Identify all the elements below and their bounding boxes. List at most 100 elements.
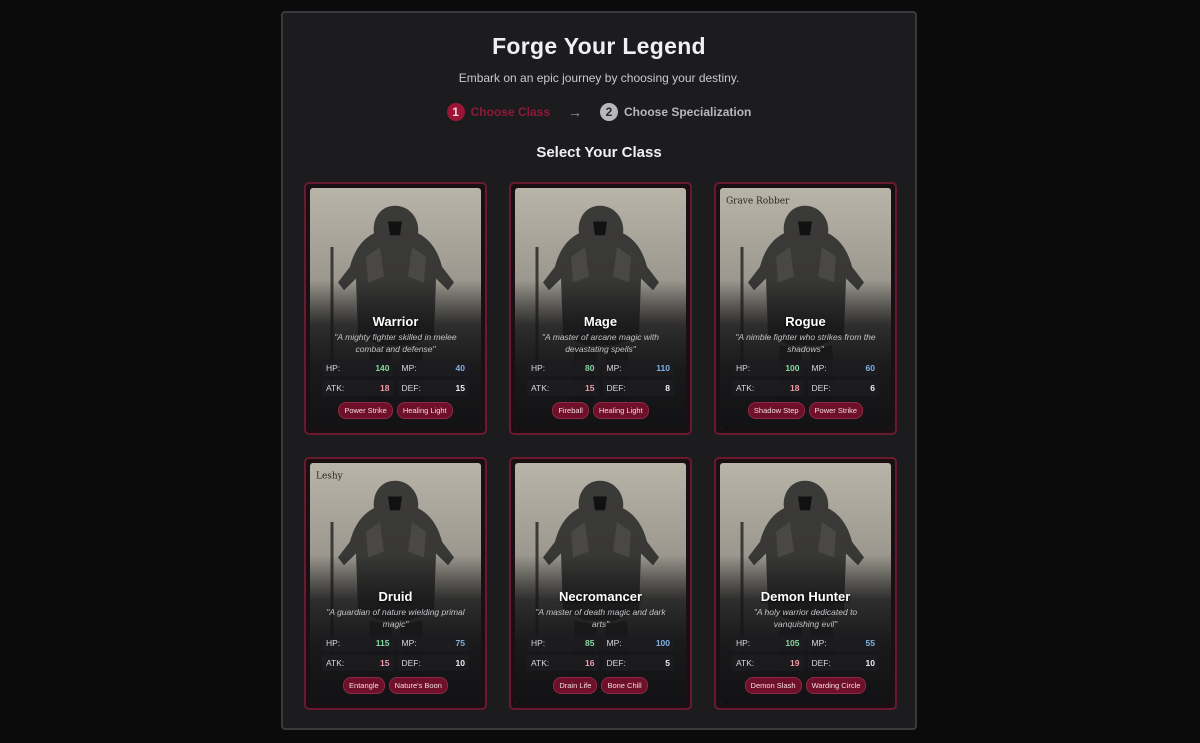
step-choose-specialization[interactable]: 2 Choose Specialization [600, 103, 751, 121]
skill-list: Entangle Nature's Boon [310, 677, 481, 694]
skill-badge[interactable]: Healing Light [592, 402, 649, 419]
class-stats: HP: 85 MP: 100 ATK: 16 DEF: 5 [527, 635, 674, 671]
stat-value: 110 [656, 363, 670, 373]
class-name: Mage [583, 314, 618, 329]
svg-text:Leshy: Leshy [316, 472, 343, 482]
stat-label: ATK: [736, 383, 755, 393]
class-card-mage[interactable]: Mage "A master of arcane magic with deva… [509, 182, 692, 435]
stat-label: ATK: [531, 658, 550, 668]
class-description: "A nimble fighter who strikes from the s… [735, 332, 876, 354]
stat-label: DEF: [401, 658, 421, 668]
stat-value: 55 [865, 638, 875, 648]
class-card-warrior[interactable]: Warrior "A mighty fighter skilled in mel… [304, 182, 487, 435]
stat-label: DEF: [401, 383, 421, 393]
stat-value: 80 [585, 363, 595, 373]
skill-badge[interactable]: Fireball [552, 402, 589, 419]
stat-value: 6 [870, 383, 875, 393]
arrow-right-icon: → [568, 104, 582, 120]
stat-label: ATK: [531, 383, 550, 393]
skill-badge[interactable]: Warding Circle [805, 677, 867, 694]
stat-value: 15 [585, 383, 595, 393]
stat-atk: ATK: 18 [322, 380, 394, 396]
stat-hp: HP: 100 [732, 360, 804, 376]
stat-label: HP: [326, 638, 341, 648]
class-description: "A holy warrior dedicated to vanquishing… [753, 607, 858, 629]
skill-badge[interactable]: Demon Slash [744, 677, 802, 694]
step-indicator: 1 Choose Class → 2 Choose Specialization [283, 103, 915, 121]
class-name: Rogue [785, 314, 826, 329]
stat-value: 105 [785, 638, 800, 648]
stat-label: DEF: [606, 383, 626, 393]
stat-value: 60 [865, 363, 875, 373]
stat-value: 140 [375, 363, 390, 373]
step-number: 2 [600, 103, 618, 121]
skill-badge[interactable]: Healing Light [396, 402, 453, 419]
skill-badge[interactable]: Entangle [343, 677, 385, 694]
stat-mp: MP: 55 [807, 635, 879, 651]
section-title: Select Your Class [536, 144, 662, 161]
skill-list: Power Strike Healing Light [310, 402, 481, 419]
step-choose-class[interactable]: 1 Choose Class [446, 103, 550, 121]
class-card-rogue[interactable]: Grave Robber Rogue "A nimble fighter who… [714, 182, 897, 435]
skill-badge[interactable]: Bone Chill [601, 677, 648, 694]
stat-def: DEF: 5 [602, 655, 674, 671]
stat-atk: ATK: 19 [732, 655, 804, 671]
stat-value: 75 [455, 638, 465, 648]
stat-mp: MP: 75 [397, 635, 469, 651]
class-selection-panel: Forge Your Legend Embark on an epic jour… [281, 11, 917, 730]
stat-def: DEF: 10 [397, 655, 469, 671]
skill-badge[interactable]: Nature's Boon [388, 677, 448, 694]
class-description: "A guardian of nature wielding primal ma… [326, 607, 465, 629]
stat-value: 40 [455, 363, 465, 373]
stat-value: 15 [455, 383, 465, 393]
stat-label: DEF: [811, 658, 831, 668]
stat-hp: HP: 115 [322, 635, 394, 651]
class-stats: HP: 80 MP: 110 ATK: 15 DEF: 8 [527, 360, 674, 396]
skill-badge[interactable]: Power Strike [808, 402, 864, 419]
step-label: Choose Class [470, 105, 550, 119]
skill-badge[interactable]: Drain Life [553, 677, 598, 694]
class-name: Warrior [372, 314, 419, 329]
stat-label: ATK: [326, 383, 345, 393]
stat-label: DEF: [811, 383, 831, 393]
stat-atk: ATK: 15 [322, 655, 394, 671]
card-body: Demon Hunter "A holy warrior dedicated t… [720, 463, 891, 704]
stat-label: HP: [531, 638, 546, 648]
stat-def: DEF: 6 [807, 380, 879, 396]
card-body: Leshy Druid "A guardian of nature wieldi… [310, 463, 481, 704]
stat-label: ATK: [326, 658, 345, 668]
stat-value: 8 [665, 383, 670, 393]
stat-value: 10 [865, 658, 875, 668]
svg-text:Grave Robber: Grave Robber [726, 197, 790, 207]
stat-def: DEF: 8 [602, 380, 674, 396]
stat-atk: ATK: 18 [732, 380, 804, 396]
stat-label: MP: [606, 363, 622, 373]
stat-def: DEF: 15 [397, 380, 469, 396]
class-name: Necromancer [558, 589, 643, 604]
skill-list: Drain Life Bone Chill [515, 677, 686, 694]
class-stats: HP: 115 MP: 75 ATK: 15 DEF: 10 [322, 635, 469, 671]
stat-mp: MP: 40 [397, 360, 469, 376]
stat-value: 15 [380, 658, 390, 668]
stat-label: HP: [736, 363, 751, 373]
stat-label: DEF: [606, 658, 626, 668]
stat-value: 19 [790, 658, 800, 668]
stat-def: DEF: 10 [807, 655, 879, 671]
skill-badge[interactable]: Power Strike [338, 402, 393, 419]
stat-mp: MP: 60 [807, 360, 879, 376]
class-description: "A mighty fighter skilled in melee comba… [334, 332, 457, 354]
stat-label: HP: [736, 638, 751, 648]
class-card-necromancer[interactable]: Necromancer "A master of death magic and… [509, 457, 692, 710]
skill-badge[interactable]: Shadow Step [747, 402, 805, 419]
class-description: "A master of arcane magic with devastati… [541, 332, 660, 354]
class-card-demon-hunter[interactable]: Demon Hunter "A holy warrior dedicated t… [714, 457, 897, 710]
stat-label: MP: [606, 638, 622, 648]
class-stats: HP: 100 MP: 60 ATK: 18 DEF: 6 [732, 360, 879, 396]
stat-hp: HP: 80 [527, 360, 599, 376]
page-title: Forge Your Legend [492, 33, 706, 59]
stat-value: 85 [585, 638, 595, 648]
class-card-druid[interactable]: Leshy Druid "A guardian of nature wieldi… [304, 457, 487, 710]
stat-mp: MP: 100 [602, 635, 674, 651]
card-body: Necromancer "A master of death magic and… [515, 463, 686, 704]
class-stats: HP: 105 MP: 55 ATK: 19 DEF: 10 [732, 635, 879, 671]
